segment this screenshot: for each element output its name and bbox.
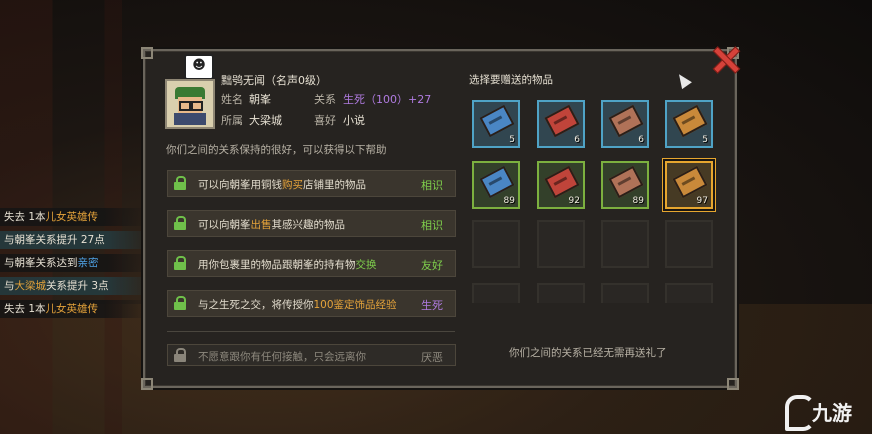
book-icon — [479, 104, 515, 138]
panel-corner — [727, 378, 739, 390]
help-option-hate: 不愿意跟你有任何接触，只会远离你 厌恶 — [167, 344, 456, 366]
npc-faction: 大梁城 — [249, 114, 282, 127]
item-quantity: 89 — [503, 196, 515, 206]
npc-avatar[interactable] — [165, 79, 215, 129]
gift-item-slot[interactable]: 89 — [472, 161, 520, 209]
item-quantity: 92 — [568, 196, 580, 206]
empty-item-slot — [537, 283, 585, 303]
empty-item-slot — [665, 220, 713, 268]
tier-label: 友好 — [421, 259, 443, 272]
hobby-label: 喜好 — [314, 114, 336, 127]
help-description: 你们之间的关系保持的很好，可以获得以下帮助 — [166, 144, 387, 156]
item-quantity: 6 — [638, 135, 644, 145]
empty-item-slot — [601, 283, 649, 303]
book-icon — [544, 165, 580, 199]
help-option-sell[interactable]: 可以向朝峯出售其感兴趣的物品 相识 — [167, 210, 456, 237]
no-gift-message: 你们之间的关系已经无需再送礼了 — [509, 347, 667, 359]
tier-label: 相识 — [421, 219, 443, 232]
panel-corner — [141, 378, 153, 390]
empty-item-slot — [472, 220, 520, 268]
book-icon — [672, 104, 708, 138]
npc-fame-line: 黜鸮无闻（名声0级） — [221, 74, 327, 87]
item-quantity: 5 — [702, 135, 708, 145]
gift-title: 选择要赠送的物品 — [469, 74, 553, 86]
help-option-buy[interactable]: 可以向朝峯用铜钱购买店铺里的物品 相识 — [167, 170, 456, 197]
close-button[interactable] — [710, 44, 740, 74]
unlock-icon — [174, 216, 186, 230]
relation-label: 关系 — [314, 93, 336, 106]
gift-item-slot[interactable]: 5 — [665, 100, 713, 148]
gift-item-slot[interactable]: 92 — [537, 161, 585, 209]
log-entry: 与朝峯关系提升 27点 — [0, 231, 154, 249]
gift-item-slot[interactable]: 5 — [472, 100, 520, 148]
log-entry: 与大梁城关系提升 3点 — [0, 277, 154, 295]
tier-label: 厌恶 — [421, 351, 443, 364]
watermark-text: 九游 — [812, 401, 852, 425]
item-quantity: 89 — [632, 196, 644, 206]
book-icon — [608, 104, 644, 138]
gift-item-slot[interactable]: 89 — [601, 161, 649, 209]
book-icon — [479, 165, 515, 199]
unlock-icon — [174, 296, 186, 310]
tier-label: 相识 — [421, 179, 443, 192]
lock-icon — [174, 348, 186, 362]
gift-item-slot[interactable]: 6 — [601, 100, 649, 148]
empty-item-slot — [601, 220, 649, 268]
help-option-teach[interactable]: 与之生死之交，将传授你100鉴定饰品经验 生死 — [167, 290, 456, 317]
item-quantity: 6 — [574, 135, 580, 145]
empty-item-slot — [472, 283, 520, 303]
gift-item-slot[interactable]: 97 — [665, 161, 713, 209]
npc-hobby: 小说 — [343, 114, 365, 127]
npc-name: 朝峯 — [249, 93, 271, 106]
empty-item-slot — [537, 220, 585, 268]
item-quantity: 97 — [696, 196, 708, 206]
log-entry: 失去 1本儿女英雄传 — [0, 208, 149, 226]
relation-value: 生死（100）+27 — [343, 93, 432, 106]
gift-item-slot[interactable]: 6 — [537, 100, 585, 148]
book-icon — [608, 165, 644, 199]
emote-bubble-icon: ☻ — [184, 54, 214, 80]
watermark-logo-icon — [785, 395, 815, 431]
divider — [167, 331, 455, 332]
tier-label: 生死 — [421, 299, 443, 312]
log-entry: 失去 1本儿女英雄传 — [0, 300, 149, 318]
unlock-icon — [174, 176, 186, 190]
faction-label: 所属 — [221, 114, 243, 127]
empty-item-slot — [665, 283, 713, 303]
name-label: 姓名 — [221, 93, 243, 106]
panel-corner — [141, 47, 153, 59]
log-entry: 与朝峯关系达到亲密 — [0, 254, 154, 272]
item-quantity: 5 — [509, 135, 515, 145]
book-icon — [544, 104, 580, 138]
help-option-exchange[interactable]: 用你包裹里的物品跟朝峯的持有物交换 友好 — [167, 250, 456, 277]
book-icon — [672, 165, 708, 199]
unlock-icon — [174, 256, 186, 270]
